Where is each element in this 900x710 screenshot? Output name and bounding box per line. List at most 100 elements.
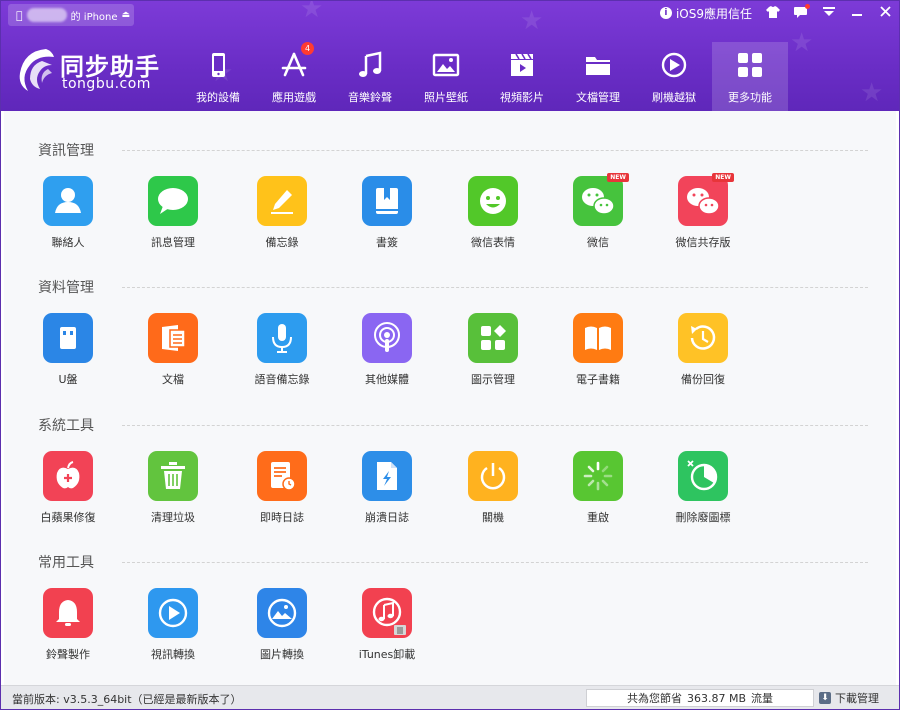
- saved-prefix: 共為您節省: [626, 692, 682, 705]
- nav-music-ringtones[interactable]: 音樂鈴聲: [332, 42, 408, 111]
- itunes-icon: [362, 588, 412, 638]
- microphone-icon: [257, 313, 307, 363]
- section-header: 資料管理: [38, 278, 868, 296]
- tile-bookmarks[interactable]: 書簽: [337, 176, 437, 266]
- tile-wechat[interactable]: NEW 微信: [548, 173, 648, 266]
- spinner-icon: [573, 451, 623, 501]
- dropdown-icon[interactable]: [822, 6, 836, 20]
- nav-apps-games[interactable]: 4 應用遊戲: [256, 42, 332, 111]
- tile-delete-broken-icons[interactable]: 刪除廢圖標: [653, 451, 753, 541]
- ios-trust-button[interactable]: i iOS9應用信任: [659, 5, 752, 22]
- star-decoration: ★: [300, 0, 324, 24]
- tile-backup-restore[interactable]: 備份回復: [653, 313, 753, 403]
- tile-wechat-coexist[interactable]: NEW 微信共存版: [653, 173, 753, 266]
- section-title: 系統工具: [38, 418, 94, 434]
- section-divider: [122, 424, 868, 426]
- tile-label: 崩潰日誌: [365, 511, 409, 524]
- nav-photos-wallpapers[interactable]: 照片壁紙: [408, 42, 484, 111]
- tile-label: 視訊轉換: [151, 648, 195, 661]
- tile-restart[interactable]: 重啟: [548, 451, 648, 541]
- section-title: 資訊管理: [38, 143, 94, 159]
- tile-usb-drive[interactable]: U盤: [18, 313, 118, 403]
- section-divider: [122, 149, 868, 151]
- shirt-icon[interactable]: [766, 5, 780, 21]
- minimize-icon[interactable]: [850, 6, 864, 20]
- tile-label: 關機: [482, 511, 504, 524]
- nav-videos[interactable]: 視頻影片: [484, 42, 560, 111]
- tile-crash-log[interactable]: 崩潰日誌: [337, 451, 437, 541]
- download-manager-button[interactable]: ⬇ 下載管理: [819, 690, 879, 706]
- header-bar: ★ ★ ★ ★ ★  的 iPhone ⏏ i iOS9應用信任: [0, 0, 900, 111]
- tile-icon-management[interactable]: 圖示管理: [443, 313, 543, 403]
- tile-clean-junk[interactable]: 清理垃圾: [123, 451, 223, 541]
- section-header: 系統工具: [38, 416, 868, 434]
- tile-label: 白蘋果修復: [40, 511, 96, 524]
- section-header: 資訊管理: [38, 141, 868, 159]
- message-bubble-icon: [148, 176, 198, 226]
- tile-video-convert[interactable]: 視訊轉換: [123, 588, 223, 678]
- star-decoration: ★: [860, 78, 884, 108]
- download-manager-label: 下載管理: [835, 692, 879, 705]
- device-tab[interactable]:  的 iPhone ⏏: [8, 4, 134, 26]
- smiley-icon: [468, 176, 518, 226]
- music-icon: [359, 51, 382, 77]
- contacts-icon: [43, 176, 93, 226]
- nav-label: 音樂鈴聲: [348, 91, 392, 104]
- tile-voice-memos[interactable]: 語音備忘錄: [232, 313, 332, 403]
- tile-documents[interactable]: 文檔: [123, 313, 223, 403]
- tile-notes[interactable]: 備忘錄: [232, 176, 332, 266]
- play-icon: [148, 588, 198, 638]
- tile-wechat-stickers[interactable]: 微信表情: [443, 176, 543, 266]
- tile-label: 圖示管理: [471, 373, 515, 386]
- info-icon: i: [659, 7, 672, 19]
- nav-label: 照片壁紙: [424, 91, 468, 104]
- tile-image-convert[interactable]: 圖片轉換: [232, 588, 332, 678]
- apps-icon: [468, 313, 518, 363]
- book-icon: [573, 313, 623, 363]
- section-header: 常用工具: [38, 553, 868, 571]
- restore-icon: [678, 313, 728, 363]
- tile-label: 訊息管理: [151, 236, 195, 249]
- trash-icon: [148, 451, 198, 501]
- wechat-icon: NEW: [678, 173, 734, 226]
- tile-ringtone-maker[interactable]: 鈴聲製作: [18, 588, 118, 678]
- image-convert-icon: [257, 588, 307, 638]
- tile-label: 備忘錄: [265, 236, 299, 249]
- tile-shutdown[interactable]: 關機: [443, 451, 543, 541]
- tile-white-apple-repair[interactable]: 白蘋果修復: [18, 451, 118, 541]
- tile-ebooks[interactable]: 電子書籍: [548, 313, 648, 403]
- tile-label: 微信表情: [471, 236, 515, 249]
- tile-label: 刪除廢圖標: [675, 511, 731, 524]
- close-icon[interactable]: [878, 6, 892, 20]
- tile-label: 文檔: [162, 373, 184, 386]
- device-owner-redacted: [26, 8, 67, 22]
- nav-more-features[interactable]: 更多功能: [712, 42, 788, 111]
- version-text: 當前版本: v3.5.3_64bit（已經是最新版本了）: [12, 693, 242, 706]
- tile-messages[interactable]: 訊息管理: [123, 176, 223, 266]
- tile-label: 備份回復: [681, 373, 725, 386]
- folder-icon: [586, 57, 610, 75]
- section-divider: [122, 286, 868, 288]
- apple-repair-icon: [43, 451, 93, 501]
- flash-icon: [661, 52, 687, 78]
- wechat-icon: NEW: [573, 173, 629, 226]
- device-name: 的 iPhone: [64, 11, 118, 23]
- tile-label: 語音備忘錄: [254, 373, 310, 386]
- tile-realtime-log[interactable]: 即時日誌: [232, 451, 332, 541]
- section-divider: [122, 561, 868, 563]
- brand-domain: tongbu.com: [62, 76, 151, 92]
- nav-documents[interactable]: 文檔管理: [560, 42, 636, 111]
- message-icon[interactable]: [794, 3, 810, 21]
- nav-flash-jailbreak[interactable]: 刷機越獄: [636, 42, 712, 111]
- tile-other-media[interactable]: 其他媒體: [337, 313, 437, 403]
- photo-icon: [432, 53, 460, 77]
- eject-icon[interactable]: ⏏: [122, 10, 131, 20]
- tile-contacts[interactable]: 聯絡人: [18, 176, 118, 266]
- section-title: 常用工具: [38, 555, 94, 571]
- tile-itunes-uninstall[interactable]: iTunes卸載: [337, 588, 437, 678]
- tile-label: 鈴聲製作: [46, 648, 90, 661]
- nav-label: 應用遊戲: [272, 91, 316, 104]
- tile-label: 書簽: [376, 236, 398, 249]
- logo-icon: [19, 49, 55, 91]
- nav-my-device[interactable]: 我的設備: [180, 42, 256, 111]
